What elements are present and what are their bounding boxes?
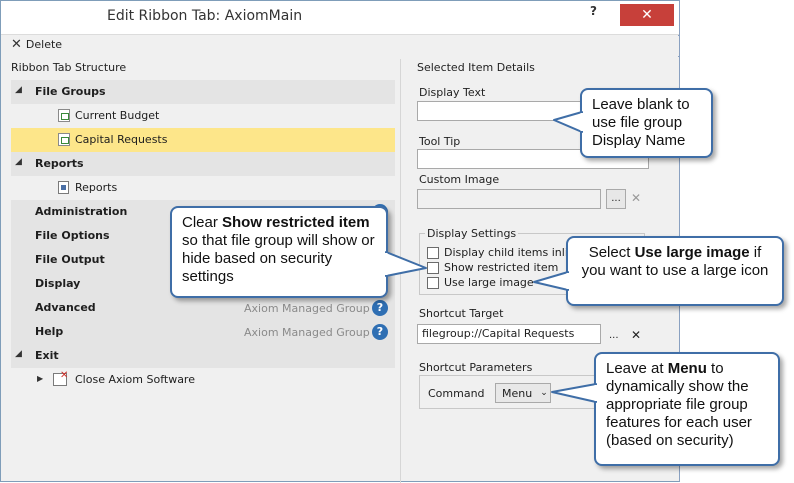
callout-tails <box>384 111 598 403</box>
tail-show-restricted <box>385 251 427 277</box>
tail-command-menu <box>551 383 597 403</box>
tail-use-large-image <box>533 271 569 291</box>
tail-display-text <box>553 111 583 133</box>
